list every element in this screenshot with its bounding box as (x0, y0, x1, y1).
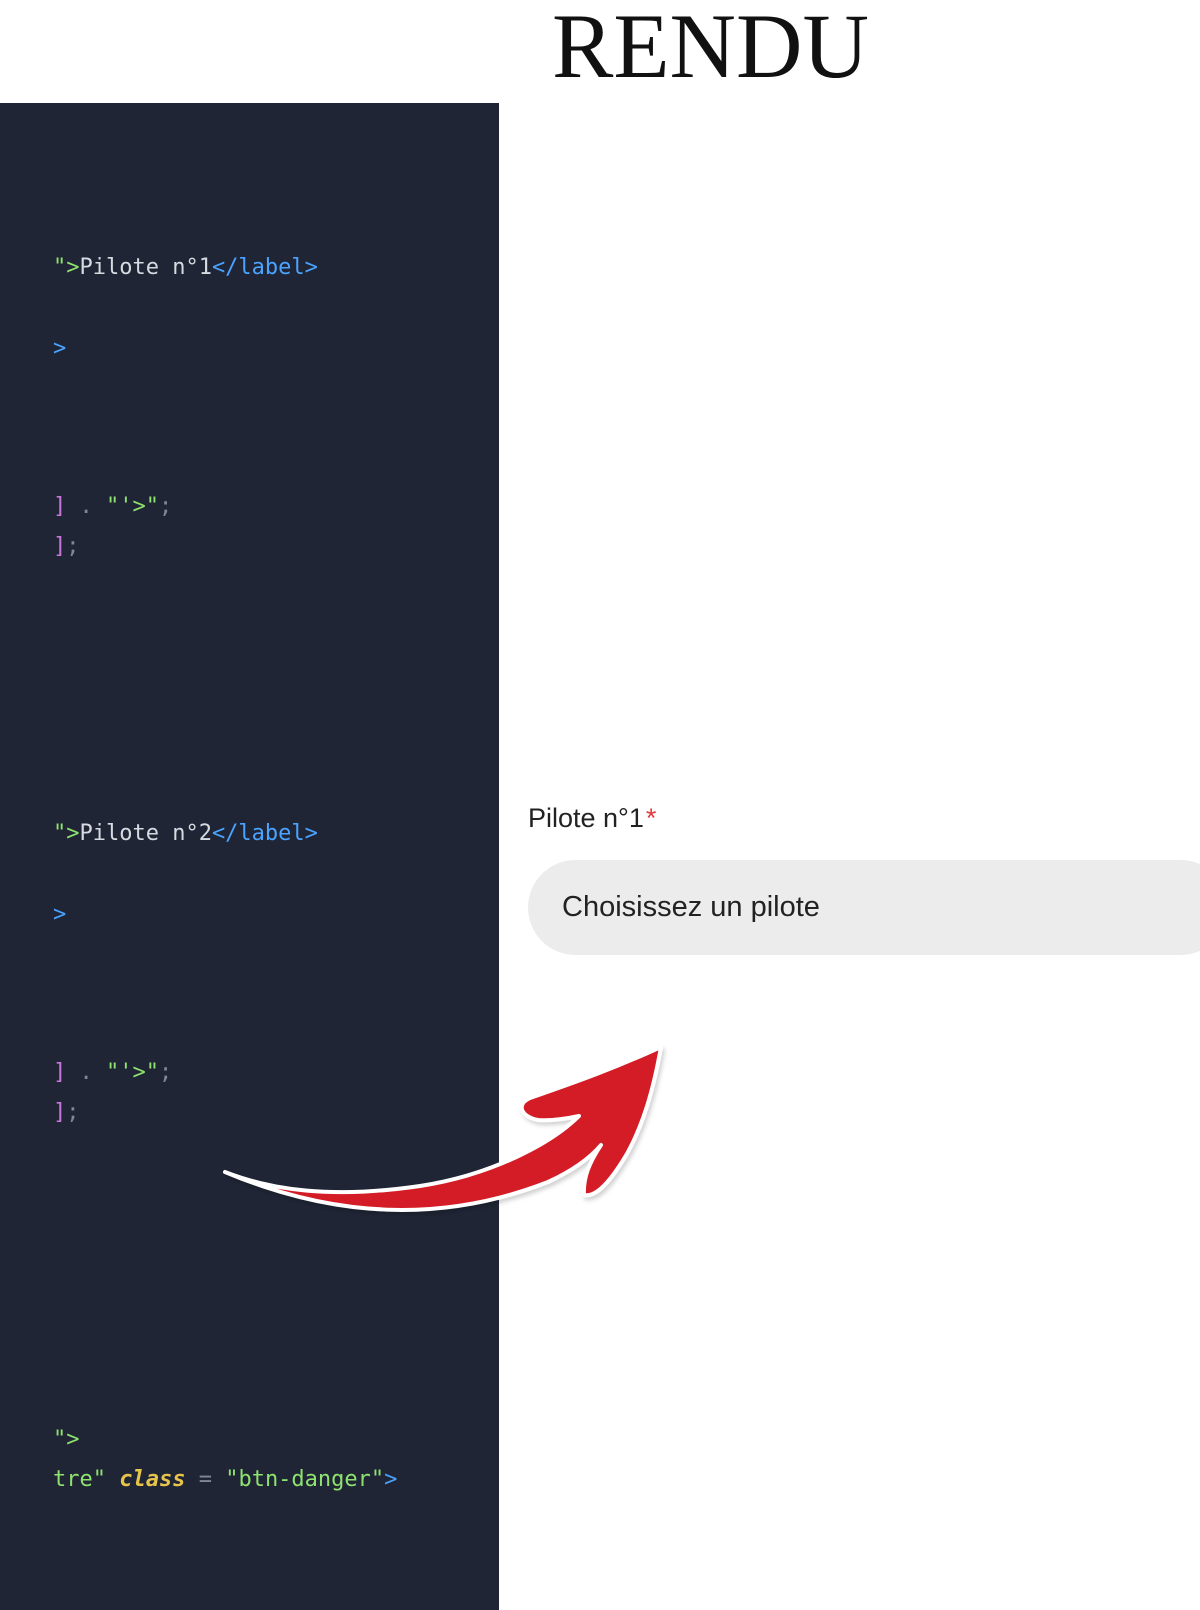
code-token: "'>" (105, 1060, 159, 1085)
code-line-8: ]; (0, 1080, 80, 1146)
code-line-10: tre" class = "btn-danger"> (0, 1447, 397, 1513)
code-line-1: ">Pilote n°1</label> (0, 235, 318, 301)
code-token: "> (52, 255, 80, 280)
code-token: > (52, 902, 67, 927)
pilot-select[interactable]: Choisissez un pilote (528, 860, 1200, 955)
code-token: ] (52, 534, 67, 559)
code-token: tre" (52, 1467, 106, 1492)
code-token: > (52, 336, 67, 361)
code-line-5: ">Pilote n°2</label> (0, 801, 318, 867)
pilot-label: Pilote n°1* (528, 802, 656, 834)
code-token: ; (158, 1060, 173, 1085)
code-token: ; (66, 534, 80, 559)
code-token: "btn-danger" (225, 1467, 385, 1492)
required-mark: * (645, 803, 657, 833)
code-token: = (185, 1467, 226, 1492)
code-token: ] (52, 1100, 67, 1125)
code-token: Pilote n°1 (79, 255, 212, 280)
code-line-6: > (0, 882, 66, 948)
code-token: ; (158, 494, 173, 519)
code-line-2: > (0, 316, 66, 382)
code-token: "'>" (105, 494, 159, 519)
pilot-select-value: Choisissez un pilote (562, 891, 820, 923)
code-token: Pilote n°2 (79, 821, 212, 846)
code-editor-panel: ">Pilote n°1</label> > ] . "'>"; ]; ">Pi… (0, 103, 499, 1610)
code-token: class (119, 1467, 186, 1492)
code-token: </label> (211, 255, 318, 280)
code-token: "> (52, 821, 80, 846)
code-token: </label> (211, 821, 318, 846)
render-preview-panel (499, 103, 1200, 1610)
code-token: ; (66, 1100, 80, 1125)
code-token: > (384, 1467, 398, 1492)
page-title: RENDU (552, 0, 869, 97)
pilot-label-text: Pilote n°1 (528, 803, 644, 833)
code-line-4: ]; (0, 514, 80, 580)
